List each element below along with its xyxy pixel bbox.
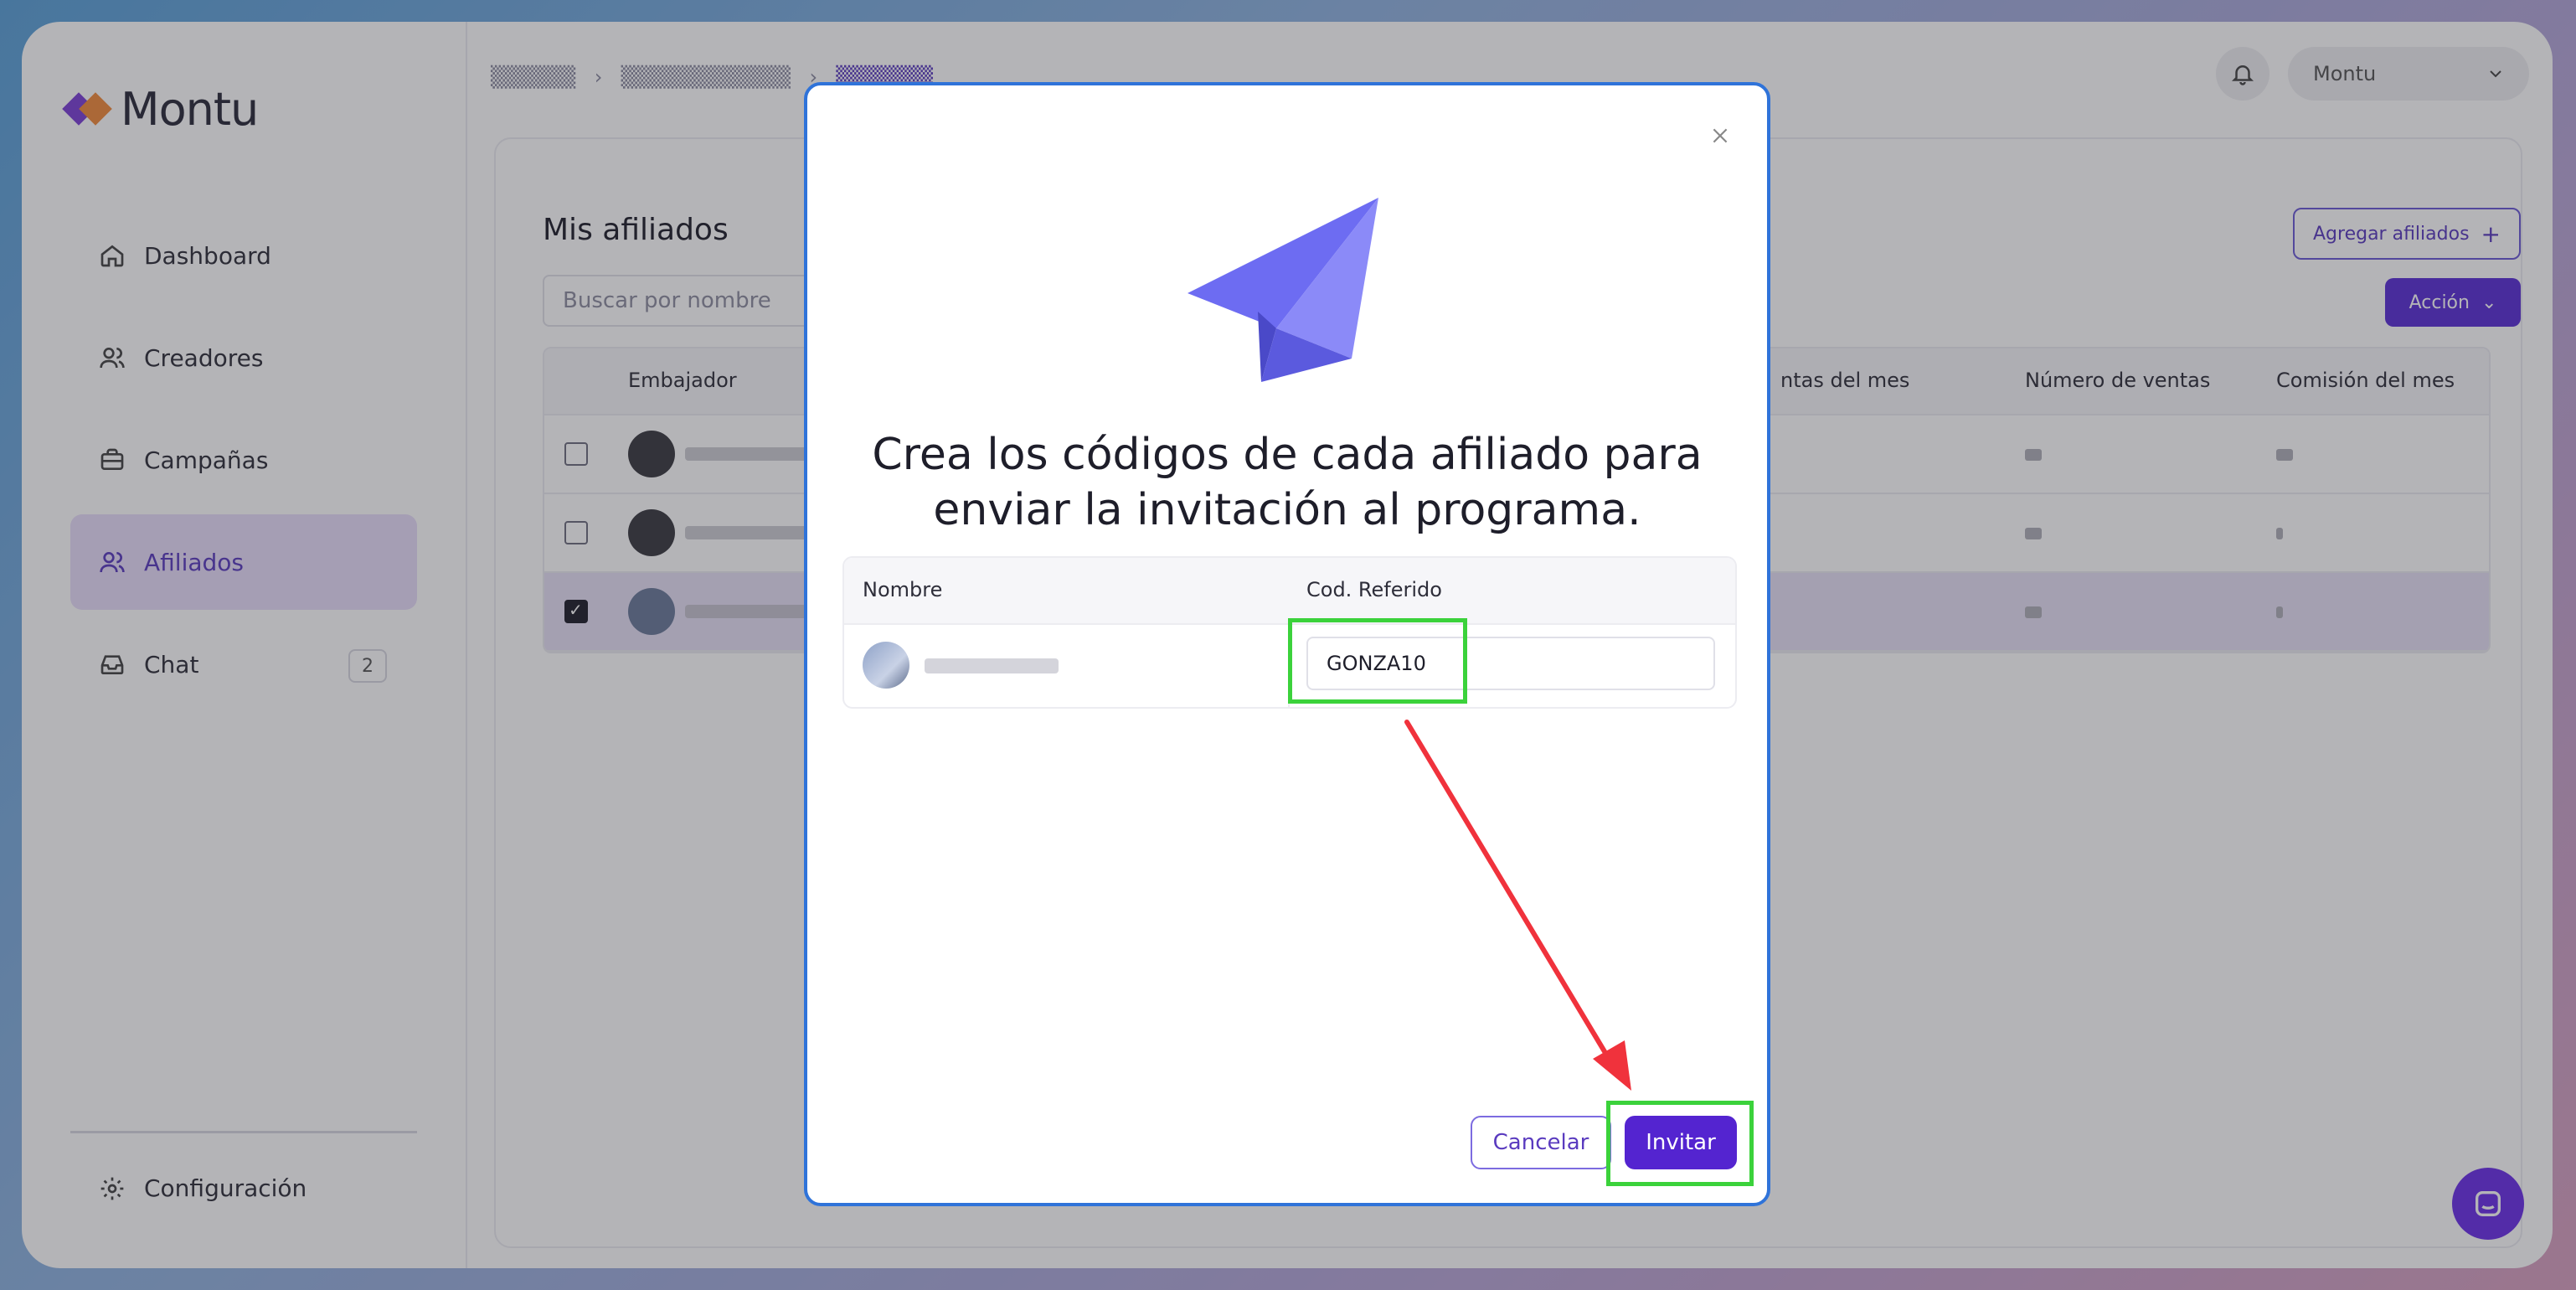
column-header-code: Cod. Referido [1306, 578, 1442, 601]
modal-title: Crea los códigos de cada afiliado para e… [832, 427, 1742, 538]
paper-plane-icon [1188, 198, 1378, 382]
close-button[interactable] [1703, 119, 1737, 152]
avatar [863, 642, 909, 689]
codes-table-header: Nombre Cod. Referido [844, 558, 1735, 625]
modal-title-line1: Crea los códigos de cada afiliado para [872, 430, 1703, 480]
close-icon [1713, 128, 1728, 143]
column-header-name: Nombre [863, 578, 943, 601]
highlight-code-box [1288, 618, 1467, 704]
cancel-button[interactable]: Cancelar [1471, 1116, 1611, 1169]
affiliate-name [925, 658, 1059, 673]
invite-modal: Crea los códigos de cada afiliado para e… [804, 82, 1770, 1206]
modal-title-line2: enviar la invitación al programa. [933, 485, 1641, 535]
highlight-invite-box [1606, 1101, 1754, 1186]
